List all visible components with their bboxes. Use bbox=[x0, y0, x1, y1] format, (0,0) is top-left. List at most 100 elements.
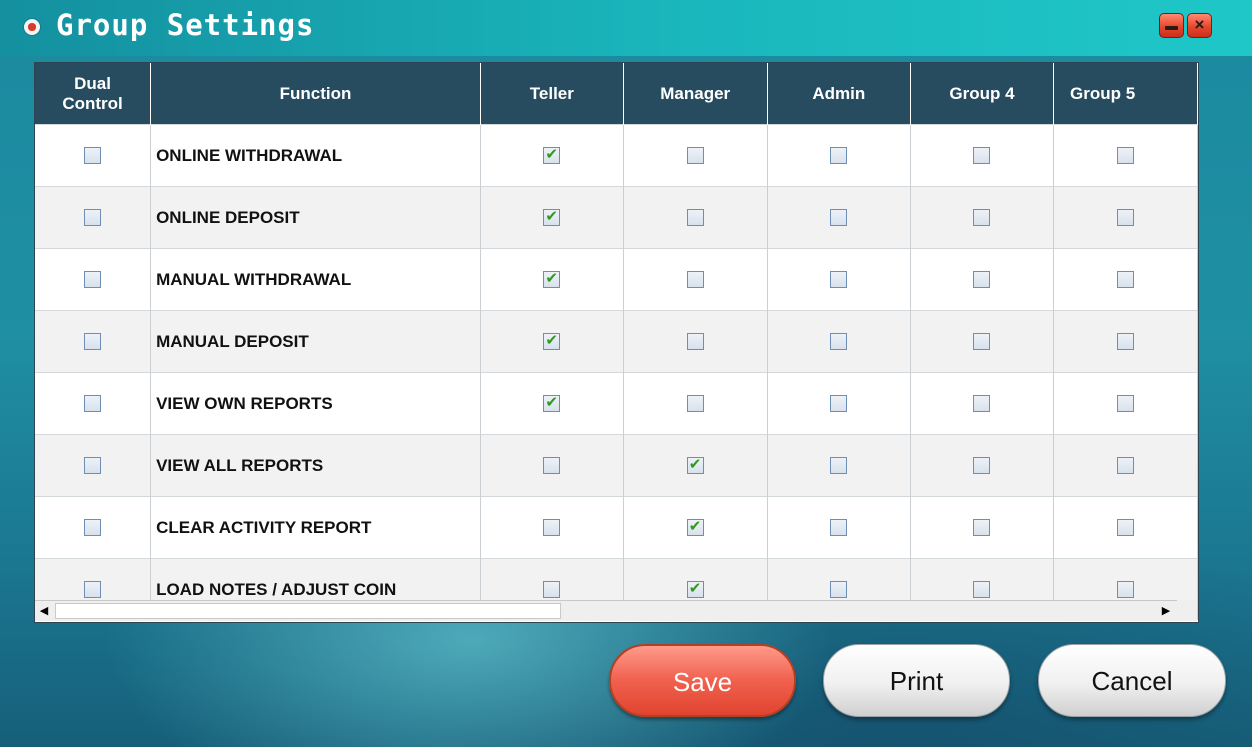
manager-checkbox[interactable] bbox=[686, 270, 704, 288]
group5-checkbox[interactable] bbox=[1117, 518, 1135, 536]
checkbox-cell-manager bbox=[623, 434, 768, 497]
column-header-manager[interactable]: Manager bbox=[623, 63, 768, 125]
header-row: Dual Control Function Teller Manager Adm… bbox=[35, 63, 1198, 125]
function-name-cell: VIEW OWN REPORTS bbox=[150, 372, 481, 435]
teller-checkbox[interactable] bbox=[543, 580, 561, 598]
table-row: ONLINE DEPOSIT bbox=[35, 186, 1198, 249]
admin-checkbox[interactable] bbox=[830, 146, 848, 164]
checkbox-cell-group5 bbox=[1053, 124, 1198, 187]
column-header-dual-control[interactable]: Dual Control bbox=[35, 63, 152, 125]
manager-checkbox[interactable] bbox=[686, 146, 704, 164]
column-header-admin[interactable]: Admin bbox=[767, 63, 911, 125]
group5-checkbox[interactable] bbox=[1117, 208, 1135, 226]
close-button[interactable]: × bbox=[1187, 13, 1212, 38]
checkbox-cell-group4 bbox=[910, 186, 1055, 249]
manager-checkbox[interactable] bbox=[686, 394, 704, 412]
teller-checkbox[interactable] bbox=[543, 269, 561, 288]
checkbox-cell-group5 bbox=[1053, 372, 1198, 435]
scroll-right-icon[interactable]: ▶ bbox=[1159, 604, 1173, 618]
checkbox-cell-manager bbox=[623, 248, 768, 311]
dual-control-checkbox[interactable] bbox=[84, 208, 102, 226]
manager-checkbox[interactable] bbox=[686, 332, 704, 350]
function-name-cell: MANUAL DEPOSIT bbox=[150, 310, 481, 373]
table-row: CLEAR ACTIVITY REPORT bbox=[35, 496, 1198, 559]
teller-checkbox[interactable] bbox=[543, 145, 561, 164]
checkbox-cell-admin bbox=[767, 372, 911, 435]
checkbox-cell-group4 bbox=[910, 434, 1055, 497]
admin-checkbox[interactable] bbox=[830, 332, 848, 350]
print-button[interactable]: Print bbox=[823, 644, 1010, 717]
checkbox-cell-teller bbox=[480, 248, 624, 311]
checkbox-cell-dual-control bbox=[35, 248, 152, 311]
group4-checkbox[interactable] bbox=[973, 208, 991, 226]
title-bar[interactable]: Group Settings × bbox=[0, 0, 1252, 56]
dual-control-checkbox[interactable] bbox=[84, 146, 102, 164]
admin-checkbox[interactable] bbox=[830, 518, 848, 536]
teller-checkbox[interactable] bbox=[543, 518, 561, 536]
teller-checkbox[interactable] bbox=[543, 456, 561, 474]
table-row: MANUAL WITHDRAWAL bbox=[35, 248, 1198, 311]
scrollbar-corner bbox=[1177, 600, 1197, 621]
group5-checkbox[interactable] bbox=[1117, 332, 1135, 350]
table-row: VIEW ALL REPORTS bbox=[35, 434, 1198, 497]
dual-control-checkbox[interactable] bbox=[84, 456, 102, 474]
checkbox-cell-group4 bbox=[910, 124, 1055, 187]
group4-checkbox[interactable] bbox=[973, 146, 991, 164]
group4-checkbox[interactable] bbox=[973, 456, 991, 474]
checkbox-cell-admin bbox=[767, 310, 911, 373]
group-settings-window: Group Settings × Dual Control Function T… bbox=[0, 0, 1252, 747]
table-row: ONLINE WITHDRAWAL bbox=[35, 124, 1198, 187]
table-row: MANUAL DEPOSIT bbox=[35, 310, 1198, 373]
checkbox-cell-admin bbox=[767, 124, 911, 187]
cancel-button[interactable]: Cancel bbox=[1038, 644, 1226, 717]
admin-checkbox[interactable] bbox=[830, 456, 848, 474]
checkbox-cell-dual-control bbox=[35, 496, 152, 559]
group4-checkbox[interactable] bbox=[973, 518, 991, 536]
group4-checkbox[interactable] bbox=[973, 332, 991, 350]
dual-control-checkbox[interactable] bbox=[84, 580, 102, 598]
group4-checkbox[interactable] bbox=[973, 580, 991, 598]
admin-checkbox[interactable] bbox=[830, 394, 848, 412]
group5-checkbox[interactable] bbox=[1117, 580, 1135, 598]
column-header-group4[interactable]: Group 4 bbox=[910, 63, 1055, 125]
save-button[interactable]: Save bbox=[609, 644, 796, 717]
checkbox-cell-manager bbox=[623, 496, 768, 559]
dual-control-checkbox[interactable] bbox=[84, 332, 102, 350]
group4-checkbox[interactable] bbox=[973, 394, 991, 412]
column-header-group5[interactable]: Group 5 bbox=[1053, 63, 1198, 125]
manager-checkbox[interactable] bbox=[686, 208, 704, 226]
table-row: VIEW OWN REPORTS bbox=[35, 372, 1198, 435]
group5-checkbox[interactable] bbox=[1117, 146, 1135, 164]
checkbox-cell-admin bbox=[767, 186, 911, 249]
minimize-button[interactable] bbox=[1159, 13, 1184, 38]
checkbox-cell-group5 bbox=[1053, 496, 1198, 559]
column-header-teller[interactable]: Teller bbox=[480, 63, 624, 125]
group5-checkbox[interactable] bbox=[1117, 394, 1135, 412]
checkbox-cell-teller bbox=[480, 310, 624, 373]
teller-checkbox[interactable] bbox=[543, 331, 561, 350]
scroll-left-icon[interactable]: ◀ bbox=[37, 604, 51, 618]
app-icon bbox=[24, 19, 40, 35]
admin-checkbox[interactable] bbox=[830, 580, 848, 598]
dual-control-checkbox[interactable] bbox=[84, 270, 102, 288]
checkbox-cell-group5 bbox=[1053, 434, 1198, 497]
horizontal-scrollbar[interactable]: ◀ ▶ bbox=[35, 600, 1177, 621]
group5-checkbox[interactable] bbox=[1117, 270, 1135, 288]
column-header-function[interactable]: Function bbox=[150, 63, 481, 125]
checkbox-cell-admin bbox=[767, 248, 911, 311]
teller-checkbox[interactable] bbox=[543, 207, 561, 226]
manager-checkbox[interactable] bbox=[686, 455, 704, 474]
checkbox-cell-group5 bbox=[1053, 186, 1198, 249]
horizontal-scroll-thumb[interactable] bbox=[55, 603, 561, 619]
manager-checkbox[interactable] bbox=[686, 517, 704, 536]
manager-checkbox[interactable] bbox=[686, 579, 704, 598]
admin-checkbox[interactable] bbox=[830, 270, 848, 288]
group4-checkbox[interactable] bbox=[973, 270, 991, 288]
checkbox-cell-dual-control bbox=[35, 186, 152, 249]
vertical-scrollbar[interactable]: ▲ ▼ bbox=[1198, 126, 1199, 623]
group5-checkbox[interactable] bbox=[1117, 456, 1135, 474]
dual-control-checkbox[interactable] bbox=[84, 518, 102, 536]
admin-checkbox[interactable] bbox=[830, 208, 848, 226]
dual-control-checkbox[interactable] bbox=[84, 394, 102, 412]
teller-checkbox[interactable] bbox=[543, 393, 561, 412]
